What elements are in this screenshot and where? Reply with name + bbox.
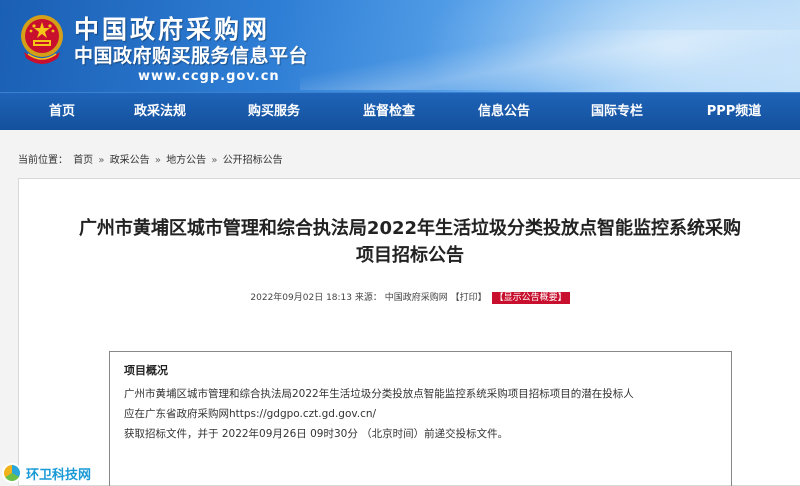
nav-item-purchase-services[interactable]: 购买服务	[242, 93, 306, 131]
breadcrumb-separator: »	[154, 155, 161, 166]
nav-item-announcements[interactable]: 信息公告	[472, 93, 536, 131]
article-title-line1: 广州市黄埔区城市管理和综合执法局2022年生活垃圾分类投放点智能监控系统采购	[78, 218, 742, 239]
breadcrumb: 当前位置： 首页 » 政采公告 » 地方公告 » 公开招标公告	[18, 151, 285, 166]
overview-line-3: 获取招标文件，并于 2022年09月26日 09时30分 （北京时间）前递交投标…	[124, 428, 509, 440]
national-emblem-icon[interactable]	[18, 10, 66, 68]
overview-heading: 项目概况	[124, 364, 168, 377]
site-url[interactable]: www.ccgp.gov.cn	[138, 69, 280, 84]
watermark: 环卫科技网	[2, 462, 91, 484]
breadcrumb-item-home[interactable]: 首页	[73, 155, 93, 166]
nav-item-international[interactable]: 国际专栏	[585, 93, 649, 131]
overview-line-2[interactable]: 应在广东省政府采购网https://gdgpo.czt.gd.gov.cn/	[124, 404, 717, 424]
project-overview-box: 项目概况 广州市黄埔区城市管理和综合执法局2022年生活垃圾分类投放点智能监控系…	[109, 351, 732, 486]
article-source-label: 来源：	[354, 293, 382, 303]
watermark-text: 环卫科技网	[26, 467, 92, 483]
article-meta: 2022年09月02日 18:13 来源： 中国政府采购网 【打印】 【显示公告…	[19, 290, 800, 304]
site-subtitle: 中国政府购买服务信息平台	[74, 45, 309, 67]
breadcrumb-separator: »	[98, 155, 105, 166]
show-summary-button[interactable]: 【显示公告概要】	[491, 292, 570, 304]
nav-item-supervision[interactable]: 监督检查	[357, 93, 421, 131]
nav-item-ppp[interactable]: PPP频道	[696, 93, 772, 131]
breadcrumb-item-tender[interactable]: 公开招标公告	[223, 155, 283, 166]
print-button[interactable]: 【打印】	[451, 293, 487, 303]
breadcrumb-separator: »	[211, 155, 218, 166]
breadcrumb-item-announcements[interactable]: 政采公告	[110, 155, 150, 166]
main-nav: 首页 政采法规 购买服务 监督检查 信息公告 国际专栏 PPP频道	[0, 92, 800, 130]
watermark-logo-icon	[2, 463, 22, 483]
breadcrumb-item-local[interactable]: 地方公告	[166, 155, 206, 166]
article-title: 广州市黄埔区城市管理和综合执法局2022年生活垃圾分类投放点智能监控系统采购 项…	[19, 215, 800, 269]
nav-item-regulations[interactable]: 政采法规	[128, 93, 192, 131]
breadcrumb-prefix: 当前位置：	[18, 155, 68, 166]
article-datetime: 2022年09月02日 18:13	[250, 293, 353, 303]
article-title-line2: 项目招标公告	[356, 245, 464, 266]
overview-line-1: 广州市黄埔区城市管理和综合执法局2022年生活垃圾分类投放点智能监控系统采购项目…	[124, 388, 634, 400]
nav-item-home[interactable]: 首页	[30, 93, 94, 131]
site-header-banner: 中国政府采购网 中国政府购买服务信息平台 www.ccgp.gov.cn	[0, 0, 800, 92]
article-source: 中国政府采购网	[384, 293, 448, 303]
article-panel: 广州市黄埔区城市管理和综合执法局2022年生活垃圾分类投放点智能监控系统采购 项…	[18, 178, 800, 486]
banner-streak	[300, 30, 800, 90]
